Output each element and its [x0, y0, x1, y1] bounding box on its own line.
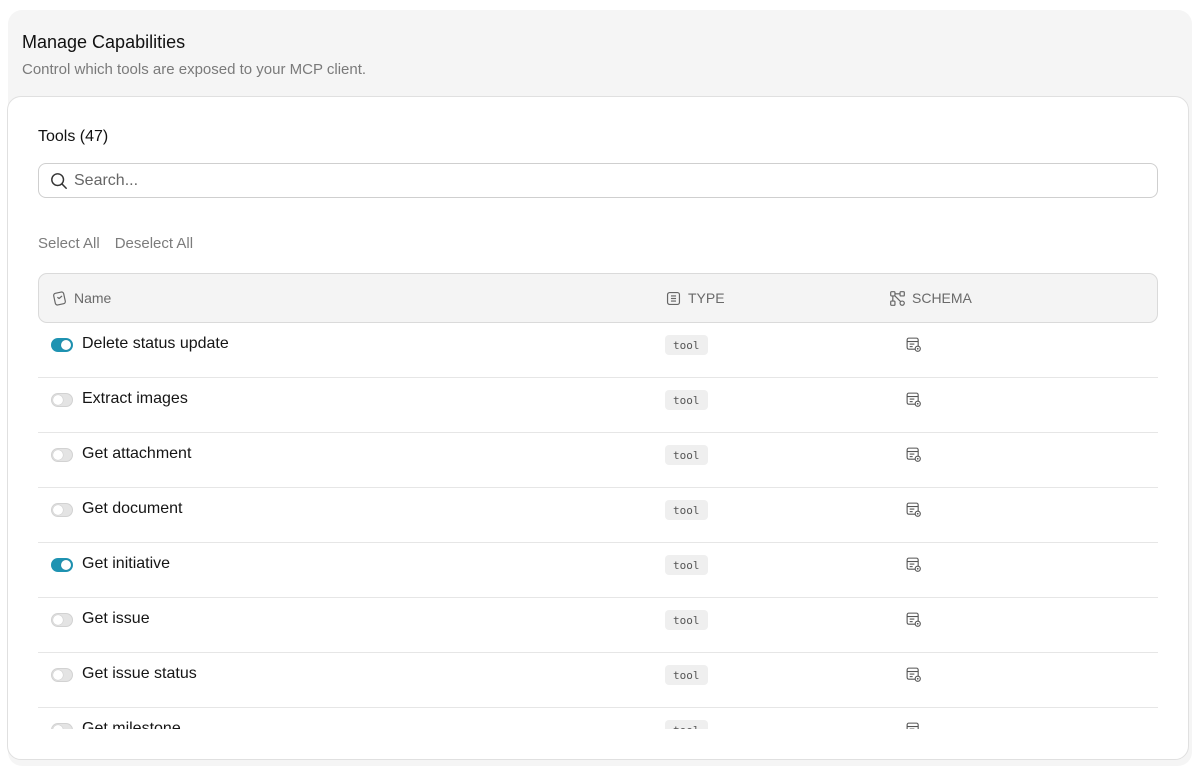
view-schema-icon[interactable] [905, 336, 922, 353]
column-header-schema[interactable]: SCHEMA [889, 274, 972, 322]
type-icon [666, 291, 681, 305]
view-schema-icon[interactable] [905, 446, 922, 463]
tool-name: Get initiative [82, 555, 171, 572]
tool-name: Get attachment [82, 445, 192, 462]
type-badge: tool [665, 335, 708, 355]
tool-toggle[interactable] [51, 503, 73, 517]
select-all-button[interactable]: Select All [38, 235, 100, 252]
table-row: Get initiative tool [38, 543, 1158, 598]
view-schema-icon[interactable] [905, 501, 922, 518]
tool-name: Get milestone [82, 720, 181, 729]
schema-graph-icon [890, 290, 905, 306]
tool-toggle[interactable] [51, 393, 73, 407]
type-badge: tool [665, 665, 708, 685]
view-schema-icon[interactable] [905, 391, 922, 408]
column-label-schema: SCHEMA [912, 290, 972, 306]
type-badge: tool [665, 390, 708, 410]
tool-name: Get issue [82, 610, 150, 627]
tools-count-label: Tools (47) [38, 128, 109, 145]
type-badge: tool [665, 500, 708, 520]
tools-table-body: Delete status update tool Extract images… [38, 323, 1158, 729]
type-badge: tool [665, 555, 708, 575]
column-label-name: Name [74, 290, 112, 306]
view-schema-icon[interactable] [905, 666, 922, 683]
tool-toggle[interactable] [51, 558, 73, 572]
capabilities-panel: Manage Capabilities Control which tools … [7, 10, 1192, 766]
view-schema-icon[interactable] [905, 721, 922, 729]
table-row: Delete status update tool [38, 323, 1158, 378]
column-header-type[interactable]: TYPE [665, 274, 725, 322]
tools-card: Tools (47) Select All Deselect All Name [7, 96, 1189, 760]
tool-name: Extract images [82, 390, 188, 407]
column-header-name[interactable]: Name [51, 274, 111, 322]
table-row: Extract images tool [38, 378, 1158, 433]
page-title: Manage Capabilities [22, 32, 186, 52]
tool-name: Get issue status [82, 665, 197, 682]
search-input[interactable] [74, 171, 1074, 190]
table-row: Get document tool [38, 488, 1158, 543]
table-row: Get issue status tool [38, 653, 1158, 708]
search-icon [51, 172, 67, 189]
search-box[interactable] [38, 163, 1158, 198]
table-header: Name TYPE SCHEMA [38, 273, 1158, 323]
tool-toggle[interactable] [51, 448, 73, 462]
table-row: Get issue tool [38, 598, 1158, 653]
tool-toggle[interactable] [51, 668, 73, 682]
table-row: Get attachment tool [38, 433, 1158, 488]
tool-toggle[interactable] [51, 613, 73, 627]
page-subtitle: Control which tools are exposed to your … [22, 61, 367, 78]
column-label-type: TYPE [688, 290, 725, 306]
table-row: Get milestone tool [38, 708, 1158, 729]
view-schema-icon[interactable] [905, 556, 922, 573]
type-badge: tool [665, 720, 708, 729]
tool-name: Delete status update [82, 335, 229, 352]
tool-toggle[interactable] [51, 723, 73, 729]
view-schema-icon[interactable] [905, 611, 922, 628]
tool-name: Get document [82, 500, 183, 517]
selection-links: Select All Deselect All [38, 235, 193, 252]
tool-toggle[interactable] [51, 338, 73, 352]
type-badge: tool [665, 610, 708, 630]
tool-tag-icon [53, 290, 66, 306]
type-badge: tool [665, 445, 708, 465]
deselect-all-button[interactable]: Deselect All [115, 235, 193, 252]
